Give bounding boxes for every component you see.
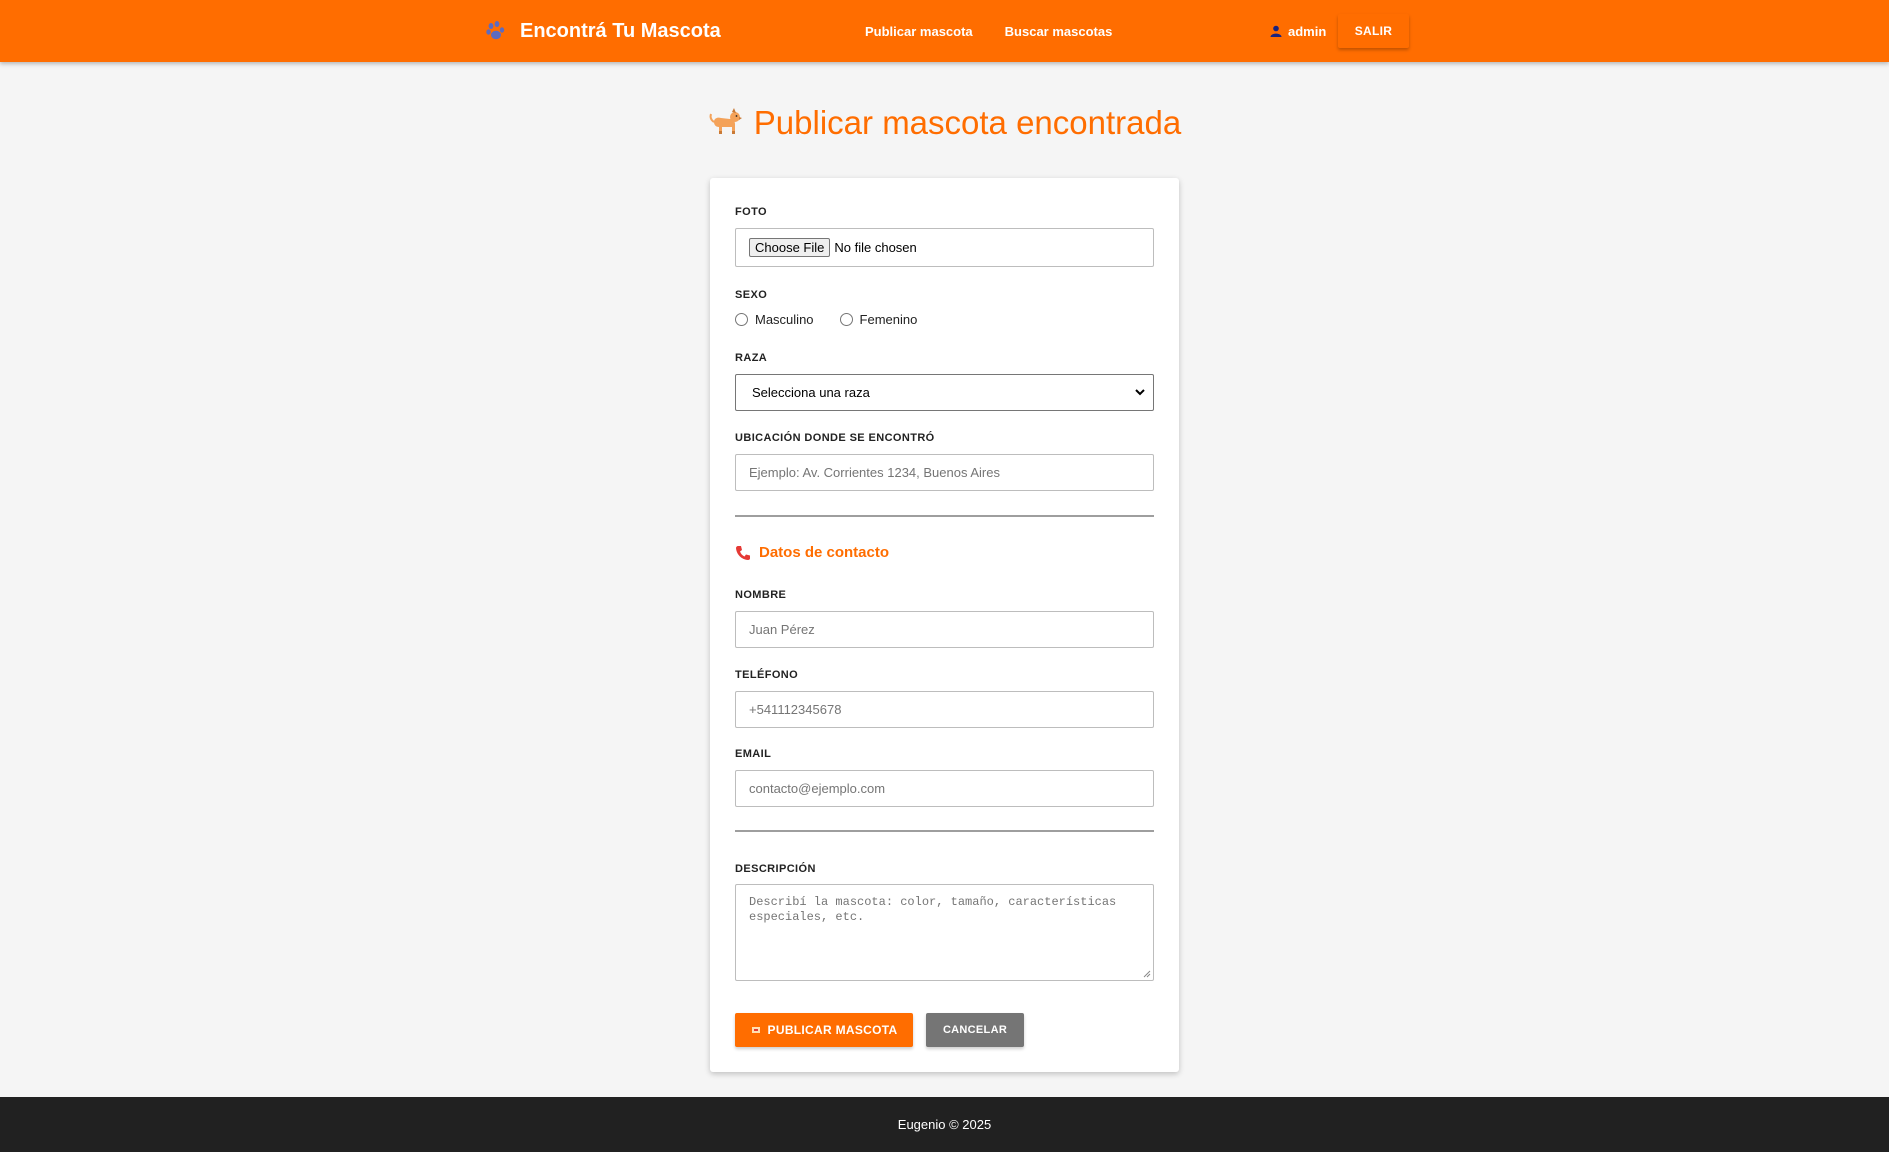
resize-grip-icon[interactable] — [1143, 970, 1151, 978]
telefono-input[interactable]: +541112345678 — [735, 691, 1154, 728]
publish-button[interactable]: PUBLICAR MASCOTA — [735, 1013, 913, 1047]
sexo-label: SEXO — [735, 289, 768, 301]
user-info: admin — [1270, 0, 1326, 62]
descripcion-label: DESCRIPCIÓN — [735, 863, 816, 875]
radio-femenino-label: Femenino — [859, 312, 918, 327]
radio-masculino-label: Masculino — [755, 312, 814, 327]
chevron-down-icon — [1135, 389, 1145, 396]
radio-femenino-circle[interactable] — [839, 313, 853, 326]
paw-icon — [486, 21, 505, 40]
telefono-placeholder: +541112345678 — [749, 702, 842, 717]
contact-section-title: Datos de contacto — [735, 544, 889, 561]
descripcion-textarea[interactable]: Describí la mascota: color, tamaño, cara… — [735, 884, 1154, 981]
dog-icon — [709, 108, 742, 134]
ubicacion-label: UBICACIÓN DONDE SE ENCONTRÓ — [735, 432, 935, 444]
file-status: No file chosen — [834, 240, 917, 255]
ubicacion-placeholder: Ejemplo: Av. Corrientes 1234, Buenos Air… — [749, 465, 1000, 480]
nombre-input[interactable]: Juan Pérez — [735, 611, 1154, 648]
brand-name[interactable]: Encontrá Tu Mascota — [520, 20, 721, 43]
page-title: Publicar mascota encontrada — [0, 104, 1889, 142]
divider — [735, 515, 1154, 517]
nombre-label: NOMBRE — [735, 589, 787, 601]
sexo-radio-group: Masculino Femenino — [735, 312, 917, 327]
navbar: Encontrá Tu Mascota Publicar mascota Bus… — [0, 0, 1889, 62]
email-input[interactable]: contacto@ejemplo.com — [735, 770, 1154, 807]
radio-masculino[interactable]: Masculino — [735, 312, 814, 327]
descripcion-placeholder: Describí la mascota: color, tamaño, cara… — [749, 895, 1117, 924]
user-icon — [1270, 25, 1282, 37]
radio-femenino[interactable]: Femenino — [839, 312, 918, 327]
publish-button-label: PUBLICAR MASCOTA — [767, 1023, 898, 1037]
publish-icon — [751, 1027, 760, 1033]
raza-selected-value: Selecciona una raza — [752, 385, 870, 400]
username: admin — [1288, 23, 1327, 39]
phone-icon — [736, 545, 750, 560]
ubicacion-input[interactable]: Ejemplo: Av. Corrientes 1234, Buenos Air… — [735, 454, 1154, 491]
cancel-button[interactable]: CANCELAR — [926, 1013, 1024, 1047]
page-title-text: Publicar mascota encontrada — [753, 104, 1182, 141]
foto-label: FOTO — [735, 206, 767, 218]
nav-links: Publicar mascota Buscar mascotas — [865, 0, 1112, 62]
raza-label: RAZA — [735, 352, 768, 364]
footer: Eugenio © 2025 — [0, 1097, 1889, 1152]
email-label: EMAIL — [735, 748, 772, 760]
raza-select[interactable]: Selecciona una raza — [735, 374, 1154, 411]
telefono-label: TELÉFONO — [735, 669, 799, 681]
nav-link-buscar[interactable]: Buscar mascotas — [1005, 24, 1113, 39]
brand[interactable]: Encontrá Tu Mascota — [484, 0, 721, 62]
contact-section-title-text: Datos de contacto — [759, 544, 890, 561]
choose-file-button[interactable]: Choose File — [749, 238, 831, 257]
radio-masculino-circle[interactable] — [735, 313, 748, 326]
photo-file-input[interactable]: Choose File No file chosen — [735, 228, 1154, 267]
logout-button[interactable]: SALIR — [1338, 14, 1409, 48]
publish-form-card: FOTO Choose File No file chosen SEXO Mas… — [710, 178, 1179, 1072]
email-placeholder: contacto@ejemplo.com — [749, 781, 886, 796]
nav-link-publicar[interactable]: Publicar mascota — [865, 24, 973, 39]
footer-text: Eugenio © 2025 — [897, 1117, 992, 1132]
nombre-placeholder: Juan Pérez — [749, 622, 815, 637]
divider — [735, 830, 1154, 832]
